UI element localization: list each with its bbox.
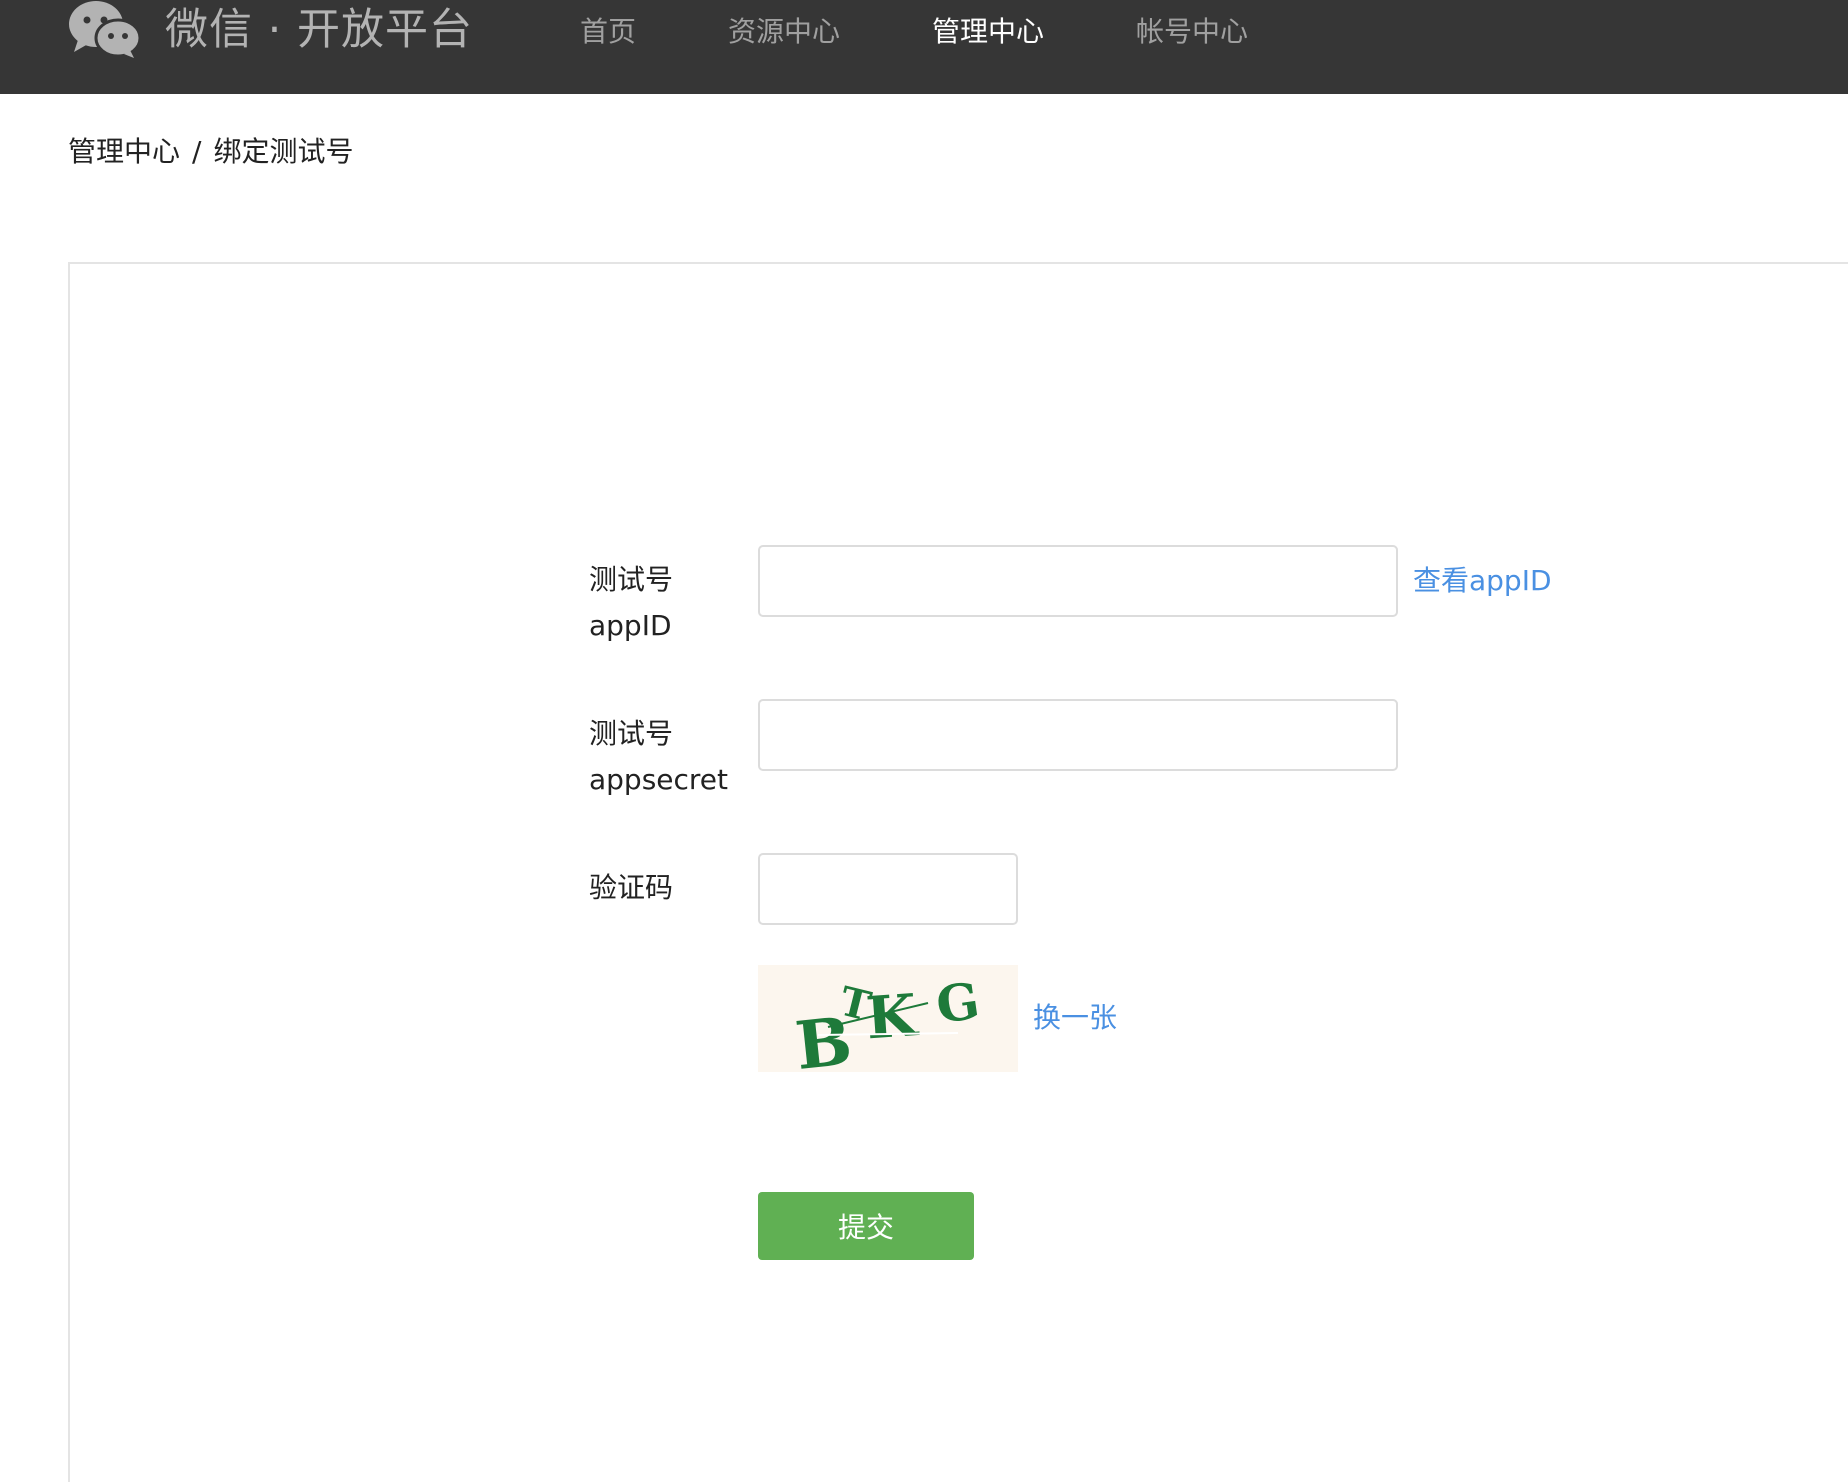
nav-item-management[interactable]: 管理中心	[932, 12, 1044, 52]
captcha-input[interactable]	[758, 853, 1018, 925]
appid-label-line2: appID	[589, 609, 672, 642]
nav-item-home[interactable]: 首页	[580, 12, 636, 52]
refresh-captcha-link[interactable]: 换一张	[1033, 998, 1117, 1038]
appid-input[interactable]	[758, 545, 1398, 617]
nav-item-resources[interactable]: 资源中心	[728, 12, 840, 52]
appid-label-line1: 测试号	[589, 563, 674, 596]
appsecret-input[interactable]	[758, 699, 1398, 771]
captcha-label: 验证码	[589, 871, 674, 904]
breadcrumb-current: 绑定测试号	[213, 135, 354, 168]
brand-title[interactable]: 微信 · 开放平台	[165, 2, 473, 58]
appsecret-label-line2: appsecret	[589, 763, 729, 796]
appsecret-label-line1: 测试号	[589, 717, 674, 750]
captcha-image[interactable]: B T K G	[758, 965, 1018, 1085]
breadcrumb-parent[interactable]: 管理中心	[68, 135, 180, 168]
top-navbar: 微信 · 开放平台 首页 资源中心 管理中心 帐号中心	[0, 0, 1848, 94]
appsecret-label: 测试号 appsecret	[589, 711, 749, 803]
view-appid-link[interactable]: 查看appID	[1413, 561, 1552, 601]
breadcrumb-separator: /	[192, 135, 202, 168]
appid-label: 测试号 appID	[589, 557, 749, 649]
wechat-logo-icon	[69, 1, 140, 58]
captcha-graphic: B T K G	[792, 971, 983, 1085]
nav-item-account[interactable]: 帐号中心	[1136, 12, 1248, 52]
breadcrumb: 管理中心 / 绑定测试号	[68, 132, 353, 172]
submit-button[interactable]: 提交	[758, 1192, 974, 1260]
captcha-char-4: G	[933, 971, 983, 1035]
